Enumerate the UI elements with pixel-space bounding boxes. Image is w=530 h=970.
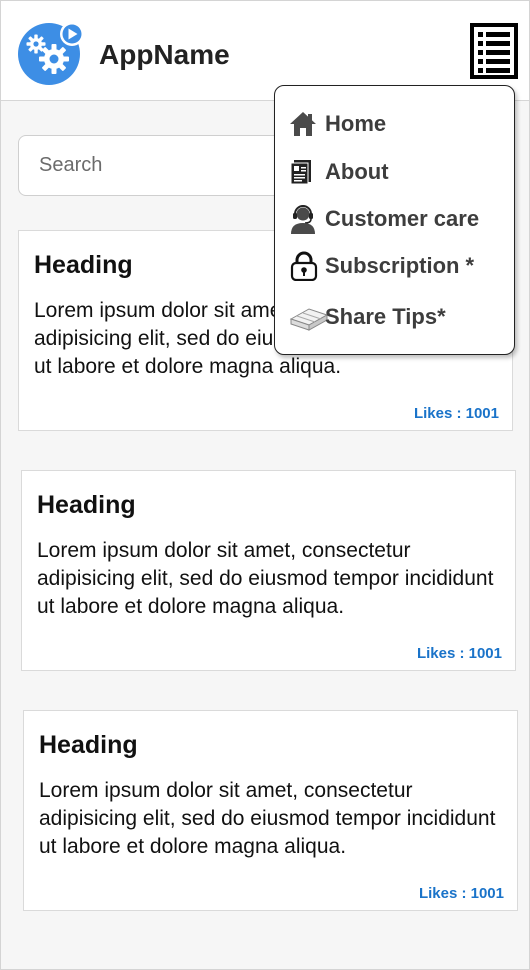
menu-item-about[interactable]: About [289,152,389,192]
home-icon [289,107,325,141]
likes-count[interactable]: Likes : 1001 [417,645,502,662]
menu-item-subscription[interactable]: Subscription * [289,246,474,286]
headset-agent-icon [289,202,325,236]
card-heading: Heading [34,251,133,279]
menu-item-label: Share Tips* [325,304,446,329]
id-card-icon [289,155,325,189]
menu-item-home[interactable]: Home [289,104,386,144]
paper-ream-icon [289,300,329,334]
gears-play-icon [18,22,84,85]
likes-value: 1001 [470,885,504,902]
menu-list-icon[interactable] [470,23,518,79]
menu-item-customer-care[interactable]: Customer care [289,199,479,239]
card-body: Lorem ipsum dolor sit amet, consectetur … [37,539,494,618]
content-card: Heading Lorem ipsum dolor sit amet, cons… [21,470,516,671]
menu-item-label: Customer care [325,206,480,231]
card-heading: Heading [37,491,136,519]
likes-label: Likes : [418,885,471,902]
likes-value: 1001 [468,645,502,662]
menu-item-label: About [325,159,389,184]
menu-item-share-tips[interactable]: Share Tips* [289,297,446,337]
likes-label: Likes : [416,645,469,662]
likes-count[interactable]: Likes : 1001 [414,405,499,422]
search-input[interactable] [18,135,318,196]
likes-value: 1001 [465,405,499,422]
app-name: AppName [99,39,230,70]
likes-count[interactable]: Likes : 1001 [419,885,504,902]
content-card: Heading Lorem ipsum dolor sit amet, cons… [23,710,518,911]
menu-item-label: Subscription * [325,253,475,278]
nav-dropdown-menu: Home About Customer care Subscription * … [274,85,515,355]
lock-icon [289,249,325,283]
card-body: Lorem ipsum dolor sit amet, consectetur … [39,779,496,858]
menu-item-label: Home [325,111,387,136]
card-heading: Heading [39,731,138,759]
likes-label: Likes : [413,405,466,422]
